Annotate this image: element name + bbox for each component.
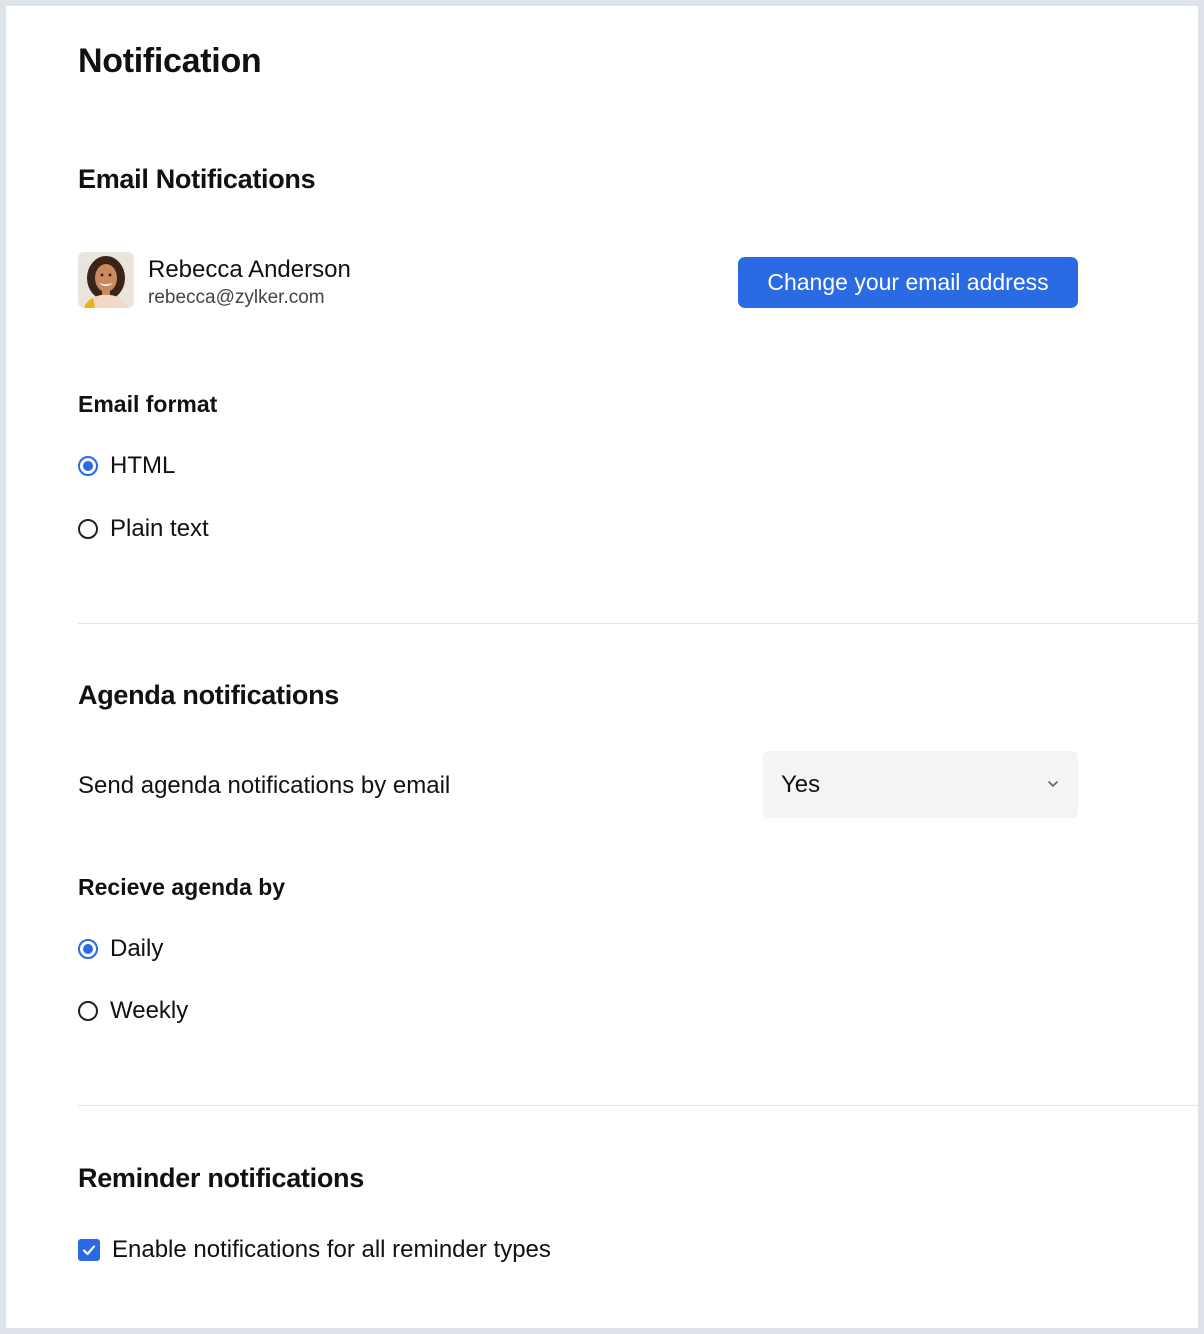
user-email: rebecca@zylker.com	[148, 287, 325, 308]
select-value: Yes	[781, 771, 821, 798]
receive-agenda-label: Recieve agenda by	[78, 874, 286, 900]
email-format-label: Email format	[78, 391, 218, 417]
radio-option-weekly[interactable]: Weekly	[78, 997, 188, 1025]
checkbox-label: Enable notifications for all reminder ty…	[112, 1236, 551, 1263]
agenda-notifications-heading: Agenda notifications	[78, 680, 340, 710]
send-agenda-by-email-label: Send agenda notifications by email	[78, 772, 451, 799]
change-email-button[interactable]: Change your email address	[738, 257, 1078, 308]
radio-option-html[interactable]: HTML	[78, 452, 175, 480]
radio-selected-icon[interactable]	[78, 456, 98, 476]
radio-selected-icon[interactable]	[78, 939, 98, 959]
user-name: Rebecca Anderson	[148, 256, 351, 283]
settings-panel: Notification Email Notifications Rebecca…	[6, 6, 1198, 1328]
radio-label: Plain text	[110, 515, 209, 542]
checkbox-checked-icon[interactable]	[78, 1239, 100, 1261]
reminder-notifications-heading: Reminder notifications	[78, 1163, 364, 1193]
avatar	[78, 252, 134, 308]
radio-unselected-icon[interactable]	[78, 519, 98, 539]
email-notifications-heading: Email Notifications	[78, 164, 316, 194]
radio-label: Weekly	[110, 997, 189, 1024]
send-agenda-select[interactable]: Yes	[763, 751, 1078, 818]
radio-unselected-icon[interactable]	[78, 1001, 98, 1021]
enable-all-reminders-checkbox-row[interactable]: Enable notifications for all reminder ty…	[78, 1236, 551, 1264]
chevron-down-icon	[1048, 781, 1058, 787]
section-divider	[78, 623, 1198, 624]
radio-option-daily[interactable]: Daily	[78, 935, 163, 963]
section-divider	[78, 1105, 1198, 1106]
radio-label: Daily	[110, 935, 164, 962]
page-title: Notification	[78, 42, 262, 80]
radio-option-plain-text[interactable]: Plain text	[78, 515, 209, 543]
radio-label: HTML	[110, 452, 176, 479]
